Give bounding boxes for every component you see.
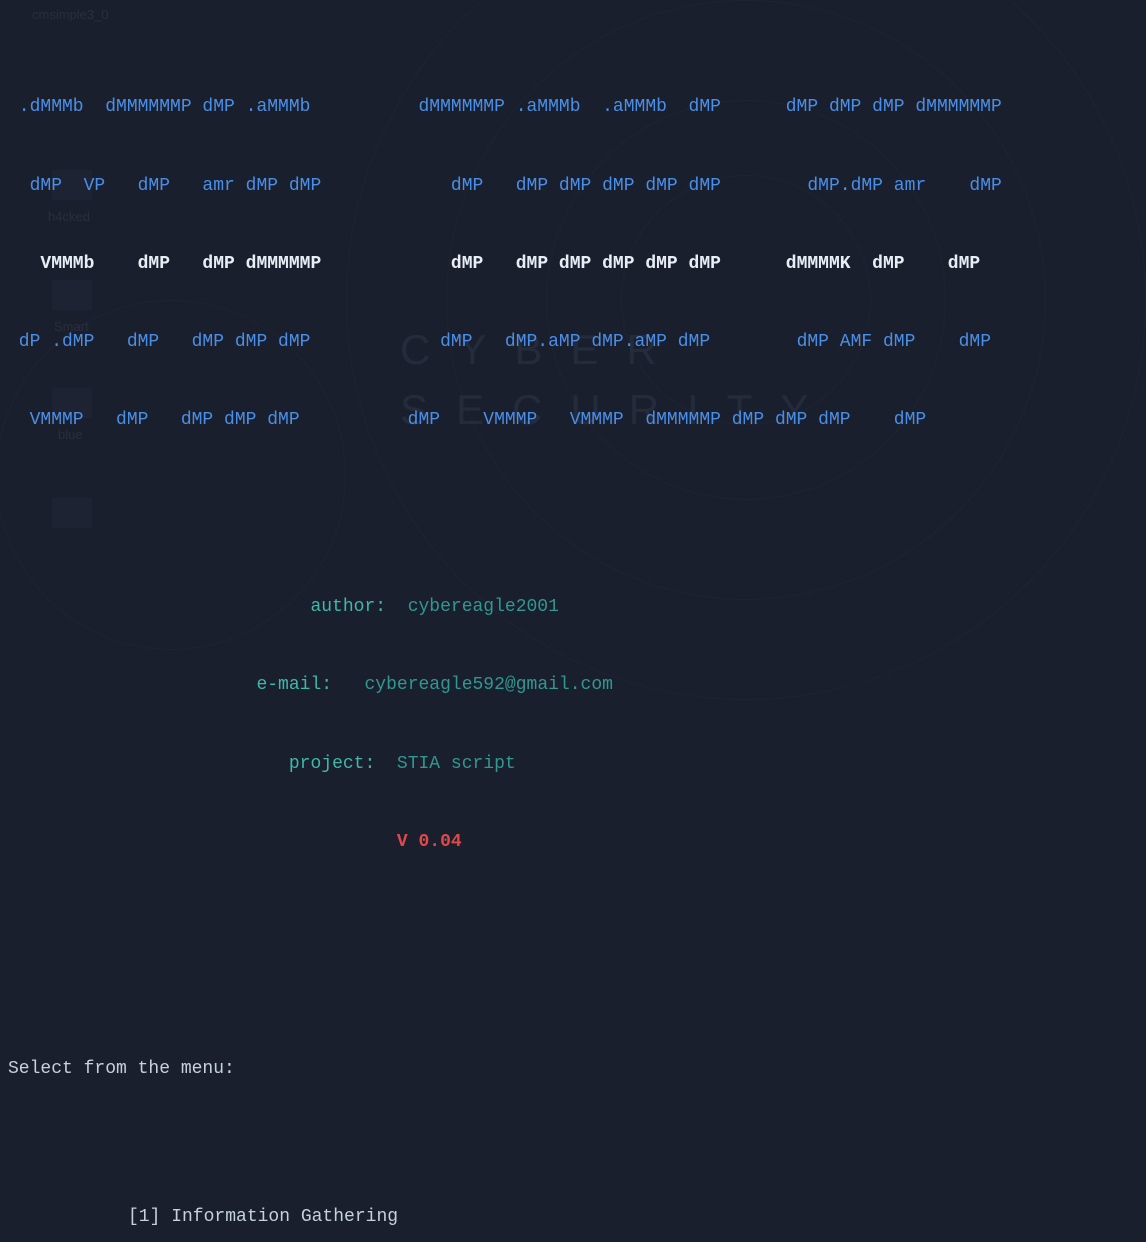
author-label: author: xyxy=(310,597,386,617)
ascii-banner-line: .dMMMb dMMMMMMP dMP .aMMMb dMMMMMMP .aMM… xyxy=(8,94,1138,120)
version-text: V 0.04 xyxy=(397,832,462,852)
email-value: cybereagle592@gmail.com xyxy=(364,675,612,695)
author-value: cybereagle2001 xyxy=(408,597,559,617)
ascii-banner-line: VMMMb dMP dMP dMMMMMP dMP dMP dMP dMP dM… xyxy=(8,251,1138,277)
ascii-banner-line: VMMMP dMP dMP dMP dMP dMP VMMMP VMMMP dM… xyxy=(8,407,1138,433)
project-label: project: xyxy=(289,754,375,774)
ascii-banner-line: dMP VP dMP amr dMP dMP dMP dMP dMP dMP d… xyxy=(8,173,1138,199)
menu-block: Select from the menu: [1] Information Ga… xyxy=(8,1003,1138,1242)
menu-item-info-gathering[interactable]: [1] Information Gathering xyxy=(8,1204,1138,1230)
project-value: STIA script xyxy=(397,754,516,774)
email-label: e-mail: xyxy=(256,675,332,695)
info-block: author: cybereagle2001 e-mail: cybereagl… xyxy=(8,542,1138,907)
ascii-banner-line: dP .dMP dMP dMP dMP dMP dMP dMP.aMP dMP.… xyxy=(8,329,1138,355)
menu-title: Select from the menu: xyxy=(8,1056,1138,1082)
terminal-output: .dMMMb dMMMMMMP dMP .aMMMb dMMMMMMP .aMM… xyxy=(0,0,1146,1242)
